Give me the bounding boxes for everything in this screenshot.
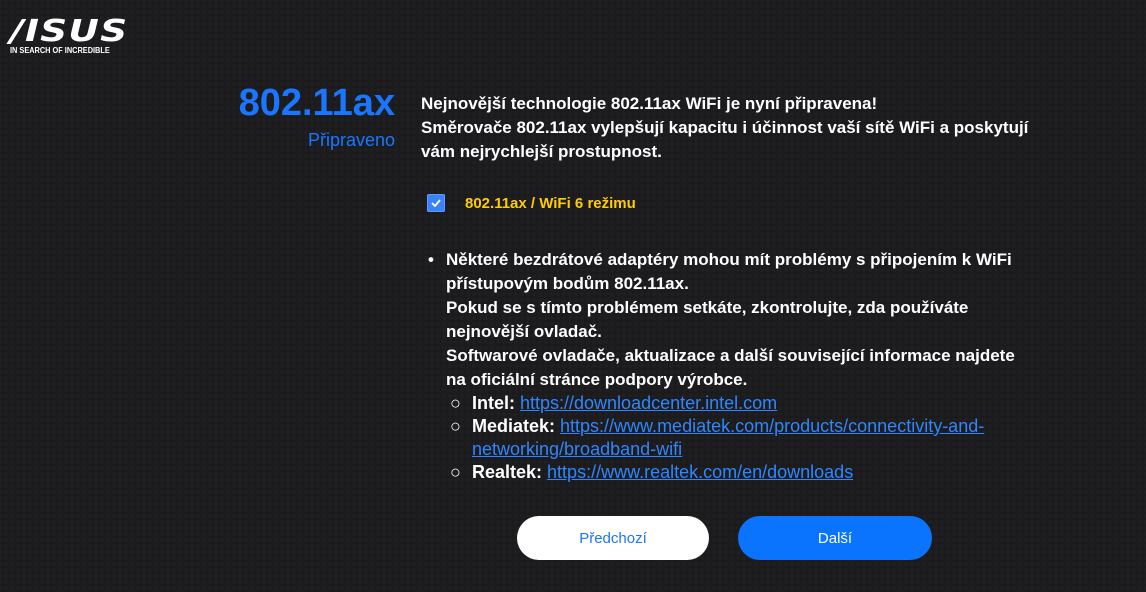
driver-link-item-intel: ○ Intel: https://downloadcenter.intel.co… [446, 392, 1031, 415]
page-title: 802.11ax [238, 82, 395, 124]
heading-block: 802.11ax Připraveno [239, 80, 395, 152]
circle-bullet-icon: ○ [450, 416, 461, 436]
intel-driver-link[interactable]: https://downloadcenter.intel.com [520, 393, 777, 413]
previous-button[interactable]: Předchozí [517, 516, 709, 560]
logo-wordmark: /ISUS [10, 14, 129, 49]
checkmark-icon [431, 199, 441, 207]
realtek-driver-link[interactable]: https://www.realtek.com/en/downloads [547, 462, 853, 482]
intro-line-2: Směrovače 802.11ax vylepšují kapacitu i … [421, 118, 1029, 161]
list-item: • Některé bezdrátové adaptéry mohou mít … [421, 248, 1031, 484]
logo-tagline: IN SEARCH OF INCREDIBLE [10, 46, 110, 55]
vendor-label: Intel: [472, 393, 520, 413]
wifi6-mode-row[interactable]: 802.11ax / WiFi 6 režimu [427, 194, 1031, 212]
intro-text: Nejnovější technologie 802.11ax WiFi je … [421, 92, 1031, 164]
note-para-1: Některé bezdrátové adaptéry mohou mít pr… [446, 250, 1012, 293]
driver-link-item-mediatek: ○ Mediatek: https://www.mediatek.com/pro… [446, 415, 1031, 461]
next-button[interactable]: Další [738, 516, 932, 560]
circle-bullet-icon: ○ [450, 462, 461, 482]
asus-logo: /ISUS IN SEARCH OF INCREDIBLE [10, 17, 127, 56]
circle-bullet-icon: ○ [450, 393, 461, 413]
note-para-2: Pokud se s tímto problémem setkáte, zkon… [446, 298, 969, 341]
wifi6-mode-label[interactable]: 802.11ax / WiFi 6 režimu [465, 195, 636, 212]
compatibility-notes: • Některé bezdrátové adaptéry mohou mít … [421, 248, 1031, 484]
note-text: Některé bezdrátové adaptéry mohou mít pr… [446, 248, 1031, 484]
wifi6-mode-checkbox[interactable] [427, 194, 445, 212]
driver-links: ○ Intel: https://downloadcenter.intel.co… [446, 392, 1031, 484]
main-content: Nejnovější technologie 802.11ax WiFi je … [421, 92, 1031, 484]
bullet-icon: • [428, 250, 434, 269]
vendor-label: Mediatek: [472, 416, 561, 436]
driver-link-item-realtek: ○ Realtek: https://www.realtek.com/en/do… [446, 461, 1031, 484]
vendor-label: Realtek: [472, 462, 548, 482]
page-subtitle: Připraveno [307, 130, 395, 150]
intro-line-1: Nejnovější technologie 802.11ax WiFi je … [421, 94, 878, 113]
note-para-3: Softwarové ovladače, aktualizace a další… [446, 346, 1015, 389]
